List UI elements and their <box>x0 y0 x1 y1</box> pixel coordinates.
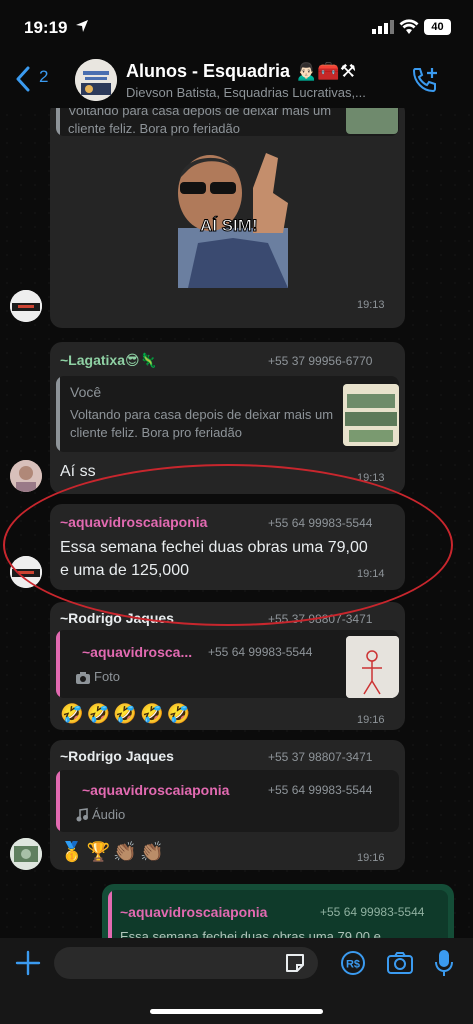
sender-phone: +55 37 99956-6770 <box>268 354 373 368</box>
wifi-icon <box>399 19 419 34</box>
add-call-icon[interactable] <box>410 65 440 95</box>
message-time: 19:13 <box>357 472 385 484</box>
message-text: Essa semana fechei duas obras uma 79,00 … <box>60 539 368 579</box>
avatar[interactable] <box>10 556 42 588</box>
battery-indicator: 40 <box>424 19 451 35</box>
quoted-message[interactable]: ~aquavidroscaiaponia +55 64 99983-5544 E… <box>108 890 448 938</box>
group-members[interactable]: Dievson Batista, Esquadrias Lucrativas,.… <box>126 85 391 100</box>
sender-name[interactable]: ~Lagatixa😎🦎 <box>60 352 157 369</box>
home-indicator <box>150 1009 323 1014</box>
sticker-icon[interactable] <box>284 952 306 974</box>
camera-icon <box>76 672 90 684</box>
message-text: 🤣🤣🤣🤣🤣 <box>60 704 194 725</box>
quote-text: Voltando para casa depois de deixar mais… <box>68 108 332 136</box>
message-time: 19:14 <box>357 568 385 580</box>
message-time: 19:16 <box>357 852 385 864</box>
sender-name[interactable]: ~Rodrigo Jaques <box>60 748 174 764</box>
quote-author: ~aquavidroscaiaponia <box>120 904 268 920</box>
message-bubble[interactable]: Voltando para casa depois de deixar mais… <box>50 108 405 328</box>
status-bar: 19:19 40 <box>0 0 473 52</box>
message-time: 19:13 <box>357 299 385 311</box>
quote-phone: +55 64 99983-5544 <box>208 645 313 659</box>
quote-bar <box>56 770 60 832</box>
quoted-message[interactable]: Você Voltando para casa depois de deixar… <box>56 376 399 452</box>
quoted-message[interactable]: ~aquavidroscaiaponia +55 64 99983-5544 Á… <box>56 770 399 832</box>
quote-bar <box>56 108 60 136</box>
unread-count[interactable]: 2 <box>39 67 48 87</box>
avatar[interactable] <box>10 290 42 322</box>
quote-thumbnail <box>343 384 399 446</box>
sticker[interactable]: AÍ SIM! <box>158 148 298 288</box>
message-input[interactable] <box>54 947 318 979</box>
quote-phone: +55 64 99983-5544 <box>320 905 425 919</box>
quote-bar <box>108 890 112 938</box>
avatar[interactable] <box>10 460 42 492</box>
sender-phone: +55 37 98807-3471 <box>268 612 373 626</box>
message-bubble[interactable]: ~Rodrigo Jaques +55 37 98807-3471 ~aquav… <box>50 602 405 730</box>
group-title[interactable]: Alunos - Esquadria 🙍🏻‍♂️🧰⚒ <box>126 61 356 82</box>
chat-header: 2 Alunos - Esquadria 🙍🏻‍♂️🧰⚒ Dievson Bat… <box>0 52 473 108</box>
sender-name[interactable]: ~Rodrigo Jaques <box>60 610 174 626</box>
quote-thumbnail <box>346 636 399 698</box>
sender-name[interactable]: ~aquavidroscaiaponia <box>60 514 207 530</box>
sender-phone: +55 37 98807-3471 <box>268 750 373 764</box>
message-text: Aí ss <box>60 463 96 480</box>
message-bubble[interactable]: ~Lagatixa😎🦎 +55 37 99956-6770 Você Volta… <box>50 342 405 494</box>
quoted-message[interactable]: Voltando para casa depois de deixar mais… <box>56 108 399 136</box>
message-text: 🥇🏆👏🏽👏🏽 <box>60 842 167 863</box>
message-bubble[interactable]: ~aquavidroscaiaponia +55 64 99983-5544 E… <box>50 504 405 590</box>
chevron-left-icon[interactable] <box>14 66 32 92</box>
sticker-caption: AÍ SIM! <box>200 216 259 236</box>
quote-phone: +55 64 99983-5544 <box>268 783 373 797</box>
quote-author: ~aquavidroscaiaponia <box>82 782 230 798</box>
message-composer: R$ <box>0 938 473 1024</box>
quote-bar <box>56 376 60 452</box>
quote-thumbnail <box>346 108 398 134</box>
status-time: 19:19 <box>24 18 68 37</box>
quote-bar <box>56 630 60 698</box>
quoted-message[interactable]: ~aquavidrosca... +55 64 99983-5544 Foto <box>56 630 399 698</box>
plus-icon[interactable] <box>15 950 41 976</box>
microphone-icon[interactable] <box>434 948 454 978</box>
quote-text: Áudio <box>92 807 126 822</box>
quote-text: Foto <box>94 669 121 684</box>
message-list[interactable]: Voltando para casa depois de deixar mais… <box>0 108 473 938</box>
camera-icon[interactable] <box>386 950 414 976</box>
location-icon <box>76 20 88 32</box>
message-bubble[interactable]: ~Rodrigo Jaques +55 37 98807-3471 ~aquav… <box>50 740 405 870</box>
sender-phone: +55 64 99983-5544 <box>268 516 373 530</box>
quote-text: Voltando para casa depois de deixar mais… <box>70 407 334 440</box>
quote-author: Você <box>70 384 102 400</box>
message-bubble-outgoing[interactable]: ~aquavidroscaiaponia +55 64 99983-5544 E… <box>102 884 454 938</box>
svg-text:R$: R$ <box>346 959 360 971</box>
group-avatar[interactable] <box>75 59 117 101</box>
quote-author: ~aquavidrosca... <box>82 644 193 660</box>
quote-text: Essa semana fechei duas obras uma 79,00 … <box>120 929 381 938</box>
signal-icon <box>372 20 394 34</box>
payment-icon[interactable]: R$ <box>340 950 366 976</box>
message-time: 19:16 <box>357 714 385 726</box>
music-note-icon <box>76 808 88 822</box>
avatar[interactable] <box>10 838 42 870</box>
